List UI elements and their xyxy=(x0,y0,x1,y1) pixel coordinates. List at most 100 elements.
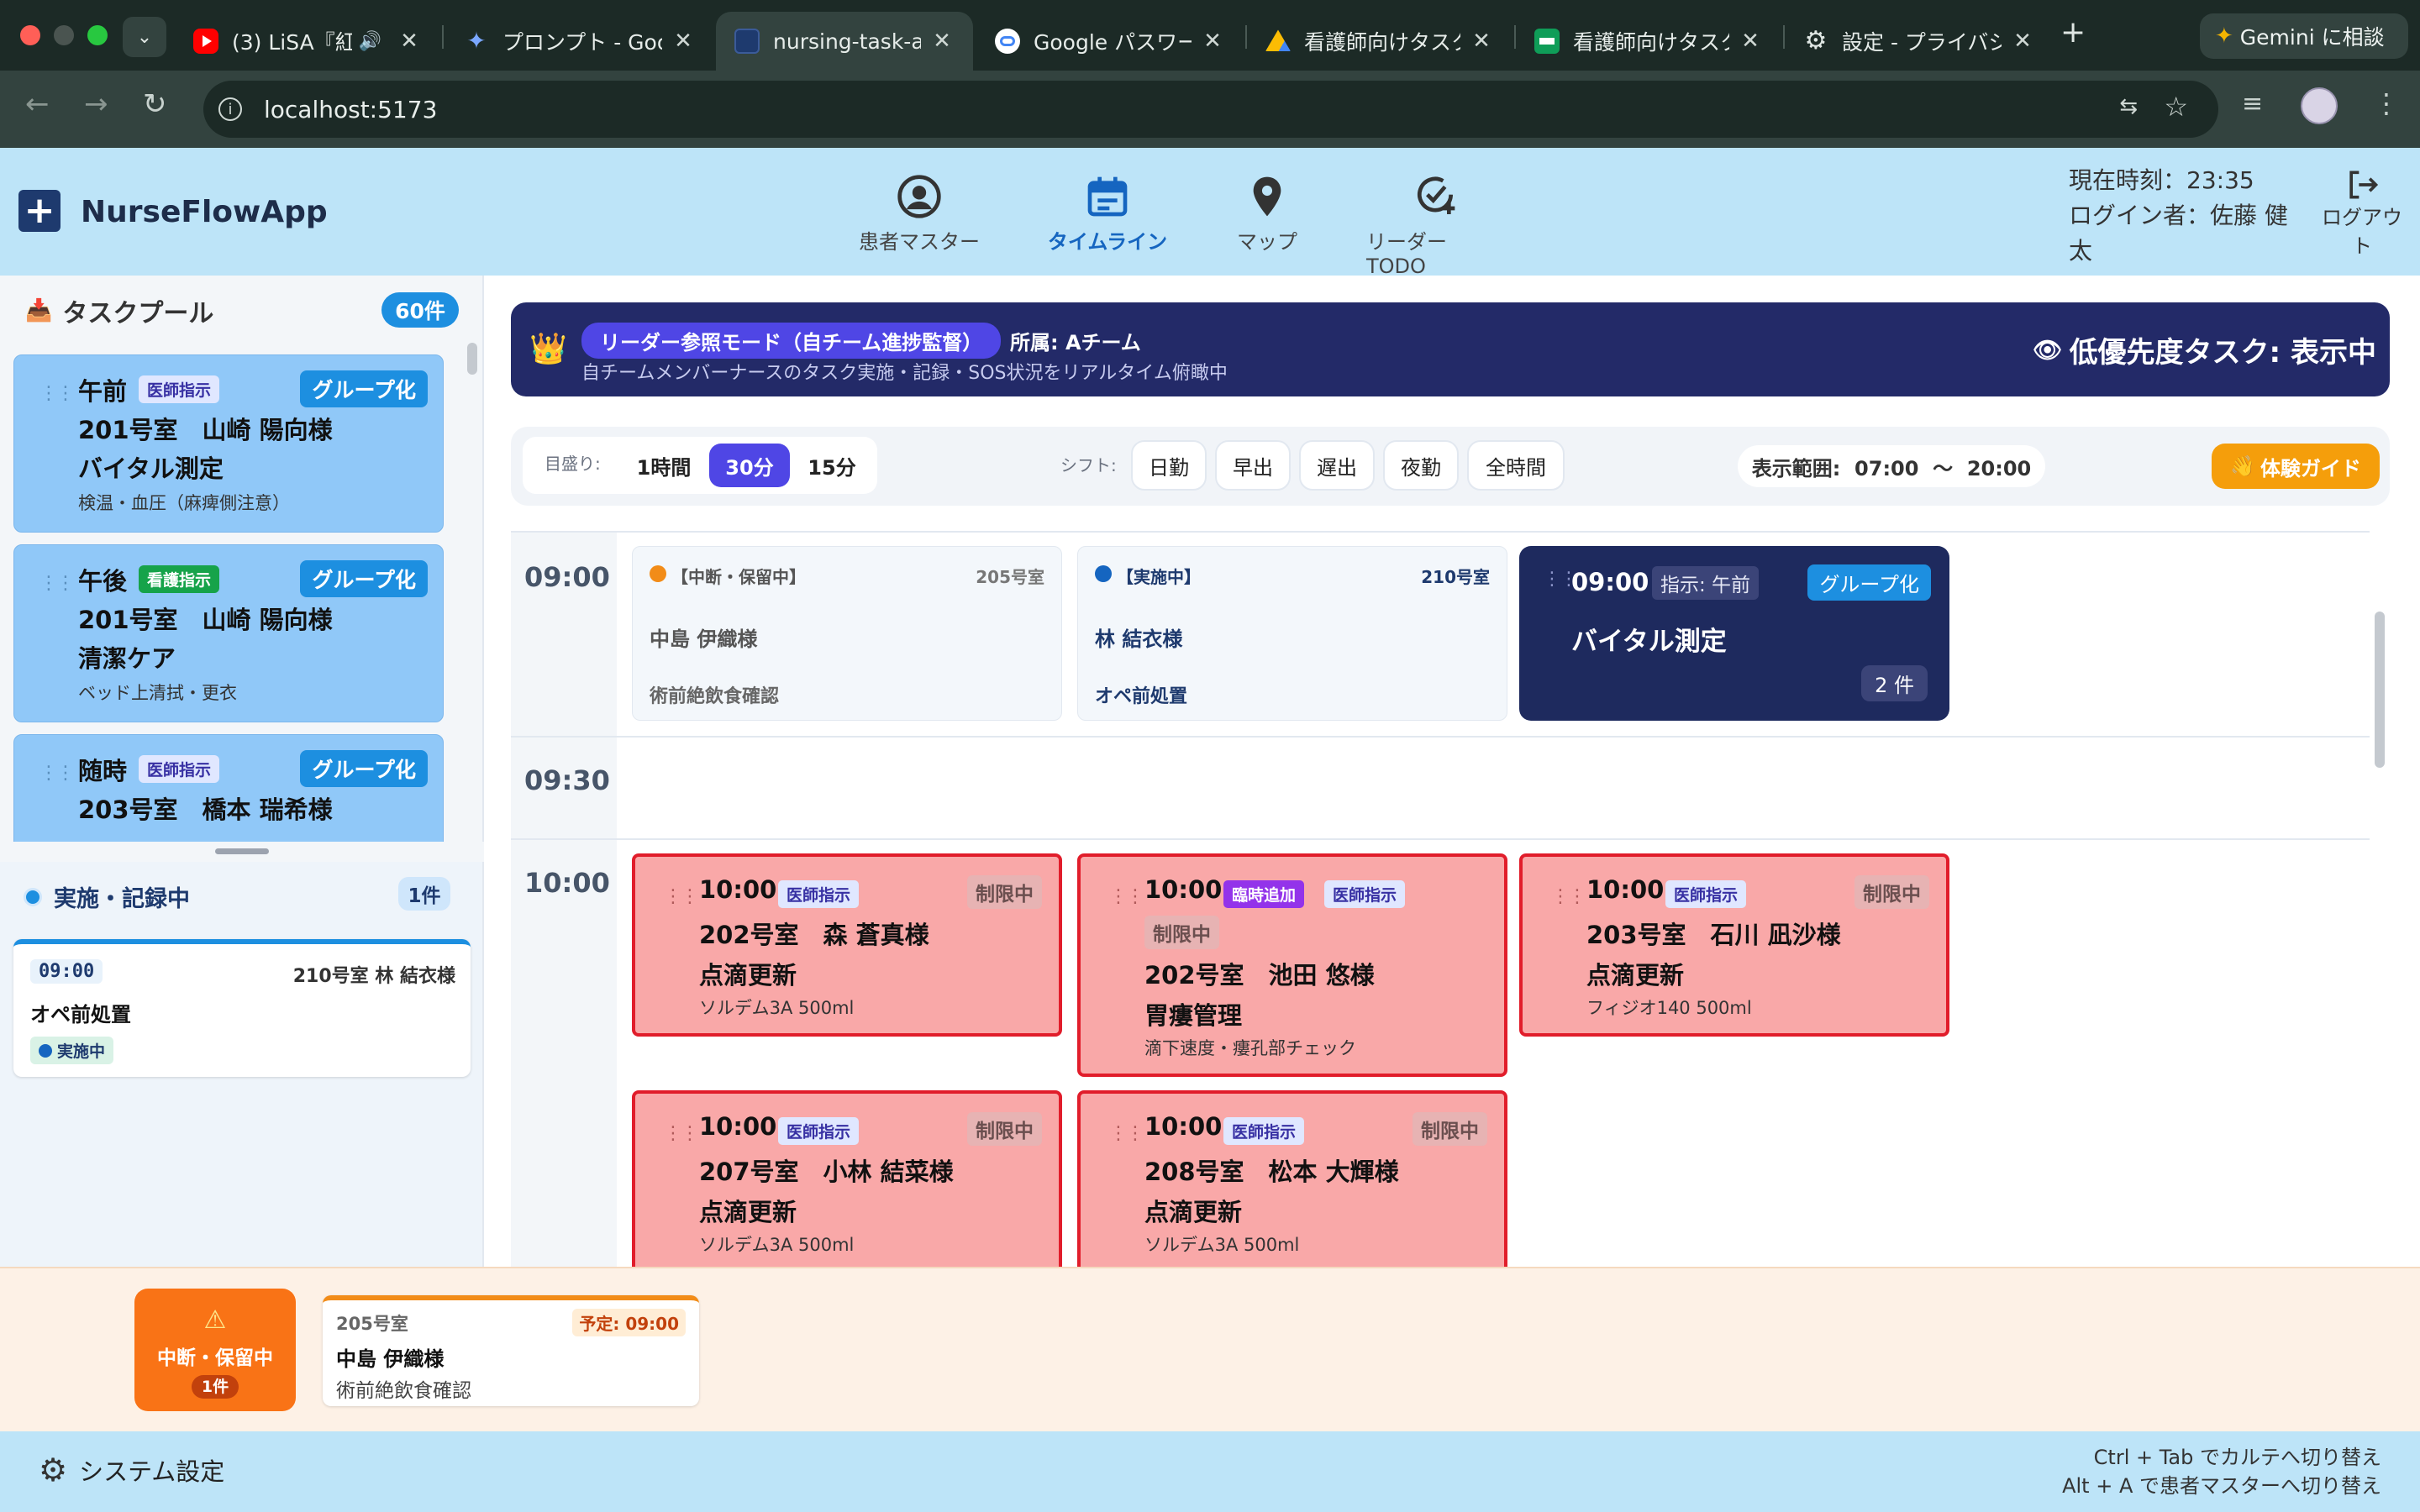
task-patient: 203号室 石川 凪沙様 xyxy=(1586,921,1841,949)
browser-tab-2[interactable]: nursing-task-ap ✕ xyxy=(716,12,973,71)
task-pool-header: 📥 タスクプール xyxy=(25,292,213,329)
address-bar[interactable]: i localhost:5173 ⇆ ☆ xyxy=(203,81,2218,138)
task-card-restricted[interactable]: ⋮⋮ 10:00 医師指示 制限中 203号室 石川 凪沙様 点滴更新 フィジオ… xyxy=(1519,853,1949,1037)
bookmark-star-icon[interactable]: ☆ xyxy=(2164,91,2188,123)
browser-tab-5[interactable]: 看護師向けタスク ✕ xyxy=(1516,12,1781,71)
reload-icon[interactable]: ↻ xyxy=(143,87,167,121)
restricted-badge: 制限中 xyxy=(1854,875,1929,909)
logout-label: ログアウ xyxy=(2322,206,2402,229)
maximize-window-button[interactable] xyxy=(87,25,108,45)
banner-description: 自チームメンバーナースのタスク実施・記録・SOS状況をリアルタイム俯瞰中 xyxy=(581,363,1228,384)
display-range[interactable]: 表示範囲: 07:00 〜 20:00 xyxy=(1738,445,2045,487)
close-tab-icon[interactable]: ✕ xyxy=(1738,29,1763,54)
nav-patient-master[interactable]: 患者マスター xyxy=(854,173,985,255)
system-settings-button[interactable]: ⚙ システム設定 xyxy=(39,1452,224,1488)
new-tab-button[interactable]: + xyxy=(2060,15,2086,50)
shift-day[interactable]: 日勤 xyxy=(1131,440,1207,491)
close-tab-icon[interactable]: ✕ xyxy=(1469,29,1494,54)
nav-label: リーダーTODO xyxy=(1366,230,1447,278)
app-header: + NurseFlowApp 患者マスター タイムライン マップ リーダーTOD… xyxy=(0,148,2420,278)
timeline-scrollbar[interactable] xyxy=(2375,612,2385,768)
speaker-icon[interactable]: 🔊 xyxy=(359,31,381,52)
drag-handle-icon[interactable]: ⋮⋮ xyxy=(39,764,75,783)
pool-card[interactable]: ⋮⋮ 午後 看護指示 グループ化 201号室 山崎 陽向様 清潔ケア ベッド上清… xyxy=(13,544,444,722)
translate-icon[interactable]: ⇆ xyxy=(2119,94,2138,119)
instruction-tag: 医師指示 xyxy=(139,755,220,783)
group-button[interactable]: グループ化 xyxy=(300,750,428,787)
minimize-window-button[interactable] xyxy=(54,25,74,45)
system-settings-label: システム設定 xyxy=(79,1457,225,1486)
group-button[interactable]: グループ化 xyxy=(300,370,428,407)
inprogress-panel: 実施・記録中 1件 09:00 210号室 林 結衣様 オペ前処置 実施中 xyxy=(0,862,484,1267)
shift-night[interactable]: 夜勤 xyxy=(1383,440,1459,491)
nav-timeline[interactable]: タイムライン xyxy=(1042,173,1173,255)
tab-search-button[interactable]: ⌄ xyxy=(123,17,166,57)
suspended-summary[interactable]: ⚠ 中断・保留中 1件 xyxy=(134,1289,296,1411)
forward-icon[interactable]: → xyxy=(84,87,108,121)
task-card-restricted[interactable]: ⋮⋮ 10:00 医師指示 制限中 202号室 森 蒼真様 点滴更新 ソルデム3… xyxy=(632,853,1062,1037)
url-text[interactable]: localhost:5173 xyxy=(264,96,437,123)
nav-map[interactable]: マップ xyxy=(1217,173,1318,255)
low-priority-label: 低優先度タスク: 表示中 xyxy=(2069,336,2376,370)
close-tab-icon[interactable]: ✕ xyxy=(929,29,955,54)
drag-handle-icon[interactable]: ⋮⋮ xyxy=(664,1125,699,1143)
site-info-icon[interactable]: i xyxy=(218,97,242,121)
back-icon[interactable]: ← xyxy=(25,87,50,121)
group-task-card[interactable]: ⋮⋮ 09:00 指示: 午前 グループ化 バイタル測定 2 件 xyxy=(1519,546,1949,721)
pool-card[interactable]: ⋮⋮ 随時 医師指示 グループ化 203号室 橋本 瑞希様 xyxy=(13,734,444,842)
shift-early[interactable]: 早出 xyxy=(1215,440,1291,491)
close-tab-icon[interactable]: ✕ xyxy=(1200,29,1225,54)
task-time: 10:00 xyxy=(699,875,777,904)
task-card-restricted[interactable]: ⋮⋮ 10:00 医師指示 制限中 208号室 松本 大輝様 点滴更新 ソルデム… xyxy=(1077,1090,1507,1267)
nav-leader-todo[interactable]: リーダーTODO xyxy=(1366,173,1504,278)
timeline-grid[interactable]: 09:00 09:30 10:00 【中断・保留中】 205号室 中島 伊織様 … xyxy=(511,531,2385,1267)
pool-card-time: 午後 xyxy=(78,567,128,596)
user-info: 現在時刻：23:35 ログイン者：佐藤 健 太 xyxy=(2069,163,2288,269)
task-card-inprogress[interactable]: 【実施中】 210号室 林 結衣様 オペ前処置 xyxy=(1077,546,1507,721)
group-button[interactable]: グループ化 xyxy=(300,560,428,597)
pool-scrollbar[interactable] xyxy=(467,343,477,375)
drag-handle-icon[interactable]: ⋮⋮ xyxy=(39,385,75,403)
low-priority-toggle[interactable]: 👁 低優先度タスク: 表示中 xyxy=(2033,329,2376,370)
shift-all[interactable]: 全時間 xyxy=(1467,440,1565,491)
drag-handle-icon[interactable]: ⋮⋮ xyxy=(664,888,699,906)
task-name: オペ前処置 xyxy=(1095,686,1188,707)
shift-late[interactable]: 遅出 xyxy=(1299,440,1375,491)
task-name: 点滴更新 xyxy=(699,1198,797,1226)
resize-divider[interactable] xyxy=(0,842,484,862)
scale-option-1h[interactable]: 1時間 xyxy=(620,444,708,487)
drag-handle-icon[interactable]: ⋮⋮ xyxy=(1109,888,1144,906)
task-card-restricted[interactable]: ⋮⋮ 10:00 医師指示 制限中 207号室 小林 結菜様 点滴更新 ソルデム… xyxy=(632,1090,1062,1267)
media-control-icon[interactable]: ≡ xyxy=(2242,89,2263,118)
close-window-button[interactable] xyxy=(20,25,40,45)
suspended-task-card[interactable]: 205号室 予定: 09:00 中島 伊織様 術前絶飲食確認 xyxy=(323,1295,699,1406)
inprogress-card[interactable]: 09:00 210号室 林 結衣様 オペ前処置 実施中 xyxy=(13,939,471,1077)
close-tab-icon[interactable]: ✕ xyxy=(2010,29,2035,54)
profile-avatar[interactable] xyxy=(2301,87,2338,124)
close-tab-icon[interactable]: ✕ xyxy=(397,29,422,54)
logout-button[interactable]: ログアウ ト xyxy=(2316,166,2408,260)
browser-tab-1[interactable]: ✦ プロンプト - Goo ✕ xyxy=(445,12,714,71)
nav-label: 患者マスター xyxy=(859,230,980,254)
scale-option-30m[interactable]: 30分 xyxy=(709,444,790,487)
task-card-suspended[interactable]: 【中断・保留中】 205号室 中島 伊織様 術前絶飲食確認 xyxy=(632,546,1062,721)
browser-menu-icon[interactable]: ⋮ xyxy=(2373,87,2400,119)
browser-tab-0[interactable]: (3) LiSA『紅 🔊 ✕ xyxy=(175,12,440,71)
pool-card-note: 検温・血圧（麻痺側注意） xyxy=(78,493,290,513)
task-card-restricted[interactable]: ⋮⋮ 10:00 臨時追加 医師指示 制限中 202号室 池田 悠様 胃瘻管理 … xyxy=(1077,853,1507,1077)
map-pin-icon xyxy=(1253,176,1281,217)
scale-option-15m[interactable]: 15分 xyxy=(792,444,872,487)
browser-tab-4[interactable]: 看護師向けタスク ✕ xyxy=(1247,12,1512,71)
browser-tab-3[interactable]: Google パスワー ✕ xyxy=(976,12,1244,71)
drag-handle-icon[interactable]: ⋮⋮ xyxy=(1551,888,1586,906)
drag-handle-icon[interactable]: ⋮⋮ xyxy=(1109,1125,1144,1143)
pool-card[interactable]: ⋮⋮ 午前 医師指示 グループ化 201号室 山崎 陽向様 バイタル測定 検温・… xyxy=(13,354,444,533)
drag-handle-icon[interactable]: ⋮⋮ xyxy=(39,575,75,593)
gemini-button[interactable]: ✦ Gemini に相談 xyxy=(2200,13,2408,59)
close-tab-icon[interactable]: ✕ xyxy=(671,29,696,54)
guide-button[interactable]: 👋 体験ガイド xyxy=(2212,444,2380,489)
browser-tab-6[interactable]: ⚙ 設定 - プライバシ ✕ xyxy=(1785,12,2054,71)
instruction-tag: 医師指示 xyxy=(778,880,860,908)
leader-mode-banner: 👑 リーダー参照モード（自チーム進捗監督） 所属: Aチーム 自チームメンバーナ… xyxy=(511,302,2390,396)
group-button[interactable]: グループ化 xyxy=(1807,564,1931,601)
